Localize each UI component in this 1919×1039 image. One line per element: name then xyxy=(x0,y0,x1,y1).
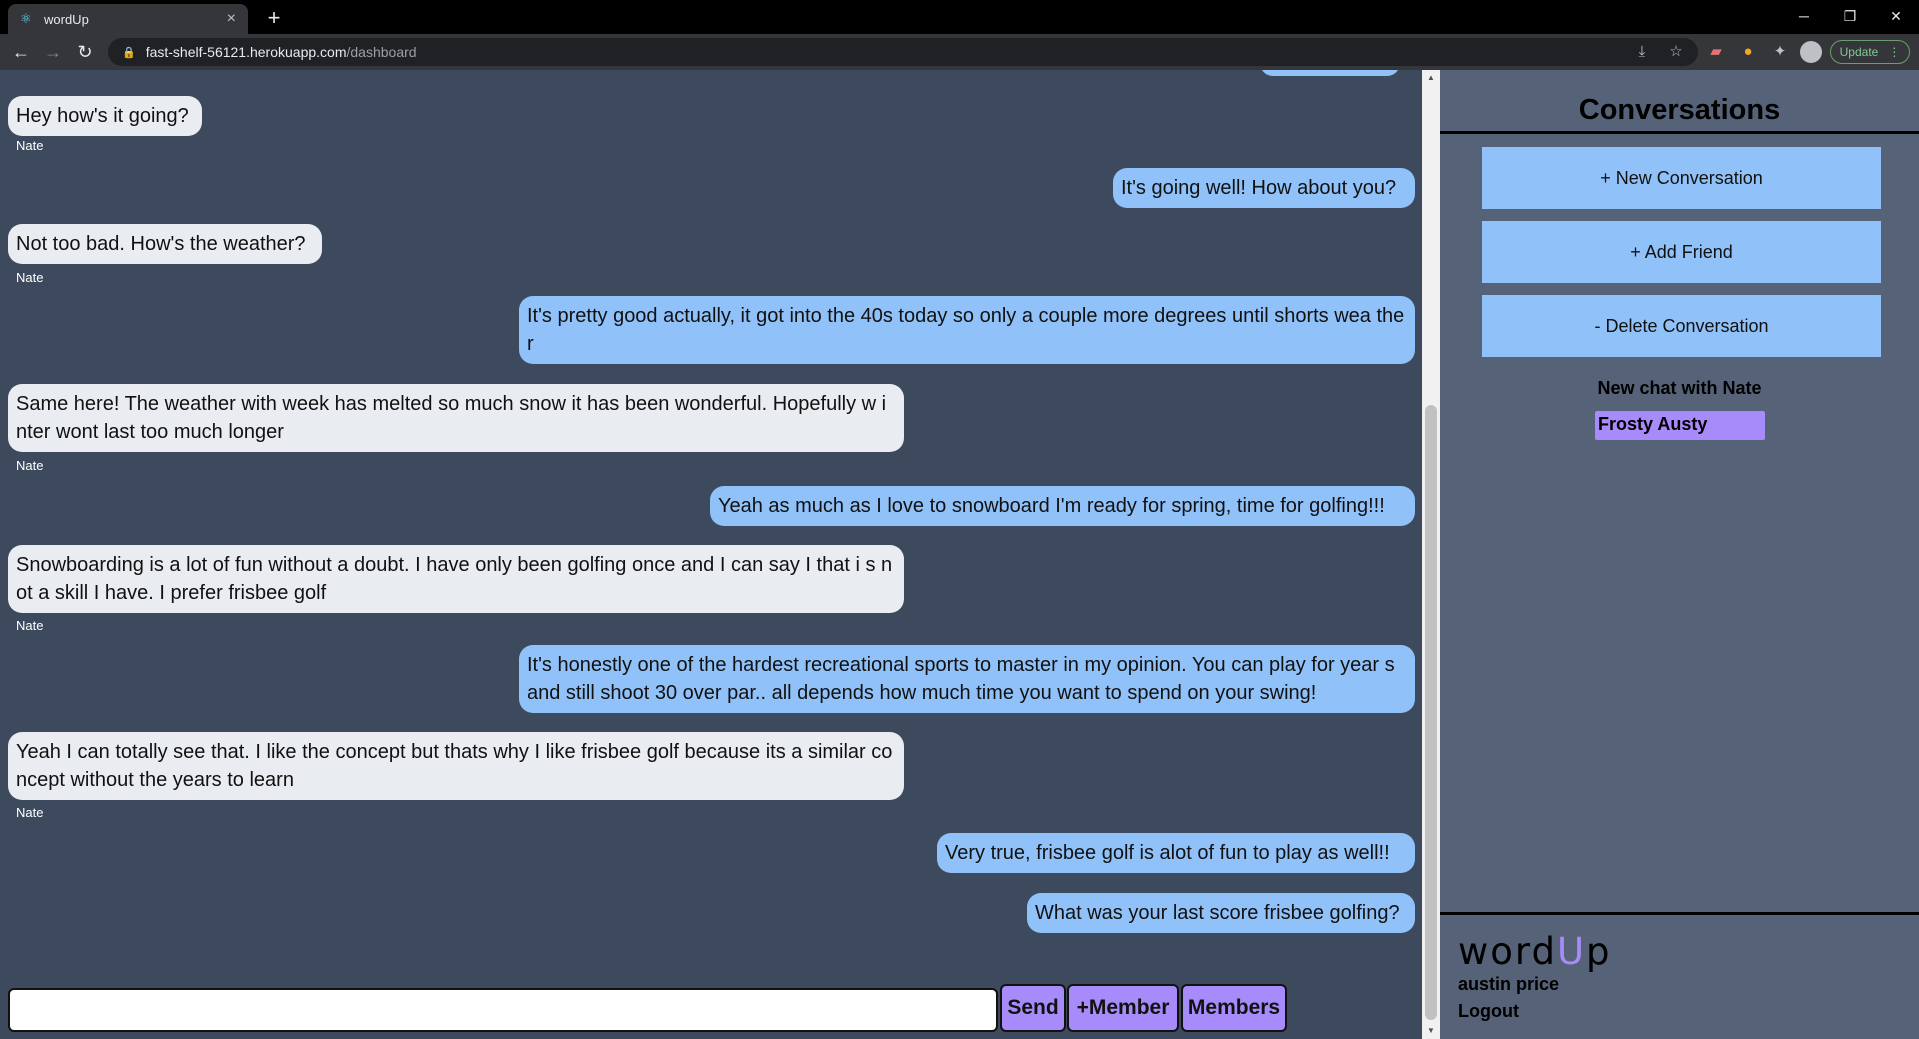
scroll-up-icon[interactable]: ▲ xyxy=(1422,70,1440,86)
extension-icon[interactable]: ● xyxy=(1736,40,1760,64)
window-close-icon[interactable]: ✕ xyxy=(1873,0,1919,32)
url-path: /dashboard xyxy=(346,44,417,60)
new-tab-icon[interactable]: + xyxy=(260,4,288,32)
message-sender: Nate xyxy=(16,270,44,285)
back-icon[interactable]: ← xyxy=(8,39,34,65)
logout-link[interactable]: Logout xyxy=(1458,1001,1519,1022)
profile-avatar[interactable] xyxy=(1800,41,1822,63)
message-bubble: Not too bad. How's the weather? xyxy=(8,224,322,264)
message-bubble: Snowboarding is a lot of fun without a d… xyxy=(8,545,904,613)
send-button[interactable]: Send xyxy=(1000,984,1066,1032)
message-bubble: Yeah as much as I love to snowboard I'm … xyxy=(710,486,1415,526)
scroll-down-icon[interactable]: ▼ xyxy=(1422,1023,1440,1039)
message-bubble: Hey how's it going? xyxy=(8,96,202,136)
reload-icon[interactable]: ↻ xyxy=(72,39,98,65)
message-bubble: It's pretty good actually, it got into t… xyxy=(519,296,1415,364)
tab-title: wordUp xyxy=(44,11,89,27)
update-label: Update xyxy=(1839,45,1879,59)
message-bubble-partial xyxy=(1260,70,1400,76)
user-name: austin price xyxy=(1458,974,1560,994)
bookmark-star-icon[interactable]: ☆ xyxy=(1664,40,1688,64)
browser-tab[interactable]: ⚛ wordUp × xyxy=(8,4,248,34)
members-button[interactable]: Members xyxy=(1181,984,1287,1032)
message-bubble: It's going well! How about you? xyxy=(1113,168,1415,208)
update-button[interactable]: Update ⋮ xyxy=(1830,40,1910,64)
url-host: fast-shelf-56121.herokuapp.com xyxy=(145,44,347,60)
chat-scrollbar[interactable]: ▲ ▼ xyxy=(1422,70,1440,1039)
sidebar-title: Conversations xyxy=(1578,94,1781,126)
brand-accent: U xyxy=(1556,930,1587,973)
message-sender: Nate xyxy=(16,458,44,473)
divider xyxy=(1440,131,1919,134)
forward-icon[interactable]: → xyxy=(40,39,66,65)
minimize-icon[interactable]: ─ xyxy=(1781,0,1827,32)
address-bar[interactable]: 🔒 fast-shelf-56121.herokuapp.com /dashbo… xyxy=(108,38,1698,66)
brand-tail: p xyxy=(1586,930,1612,973)
browser-tab-bar: ⚛ wordUp × + ─ ❐ ✕ xyxy=(0,0,1919,34)
delete-conversation-button[interactable]: - Delete Conversation xyxy=(1482,295,1881,357)
more-icon: ⋮ xyxy=(1888,45,1901,59)
close-tab-icon[interactable]: × xyxy=(227,10,236,28)
conversations-sidebar: Conversations + New Conversation + Add F… xyxy=(1440,70,1919,1039)
message-list: Hey how's it going? Nate It's going well… xyxy=(0,70,1422,1039)
scrollbar-thumb[interactable] xyxy=(1425,405,1437,1020)
puzzle-icon[interactable]: ✦ xyxy=(1768,40,1792,64)
brand-logo: wordUp xyxy=(1458,930,1612,973)
add-member-button[interactable]: +Member xyxy=(1067,984,1179,1032)
message-bubble: What was your last score frisbee golfing… xyxy=(1027,893,1415,933)
add-friend-button[interactable]: + Add Friend xyxy=(1482,221,1881,283)
message-bubble: Same here! The weather with week has mel… xyxy=(8,384,904,452)
message-sender: Nate xyxy=(16,618,44,633)
conversation-heading: New chat with Nate xyxy=(1597,378,1762,398)
message-sender: Nate xyxy=(16,805,44,820)
browser-toolbar: ← → ↻ 🔒 fast-shelf-56121.herokuapp.com /… xyxy=(0,34,1919,70)
message-bubble: Very true, frisbee golf is alot of fun t… xyxy=(937,833,1415,873)
message-bubble: It's honestly one of the hardest recreat… xyxy=(519,645,1415,713)
lock-icon: 🔒 xyxy=(122,46,136,59)
conversation-item[interactable]: Frosty Austy xyxy=(1595,411,1765,440)
message-input[interactable] xyxy=(8,988,998,1032)
extension-badge-icon[interactable]: ▰ xyxy=(1704,40,1728,64)
react-icon: ⚛ xyxy=(20,11,32,26)
restore-icon[interactable]: ❐ xyxy=(1827,0,1873,32)
message-sender: Nate xyxy=(16,138,44,153)
install-icon[interactable]: ⤓ xyxy=(1630,40,1654,64)
divider xyxy=(1440,912,1919,915)
new-conversation-button[interactable]: + New Conversation xyxy=(1482,147,1881,209)
brand-word: word xyxy=(1458,930,1557,973)
message-bubble: Yeah I can totally see that. I like the … xyxy=(8,732,904,800)
